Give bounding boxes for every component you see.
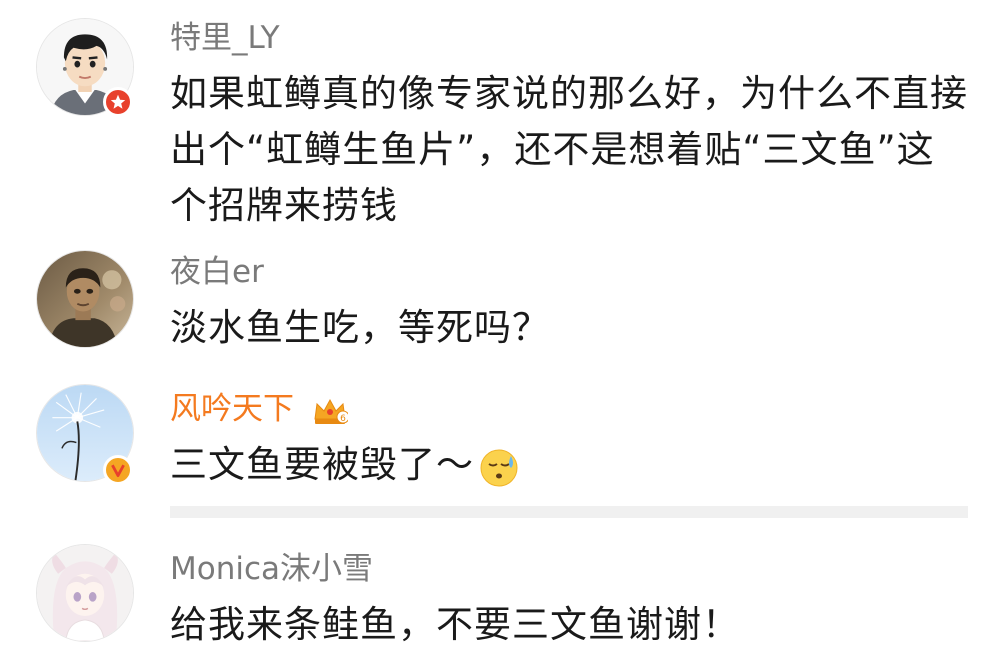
username-text: 风吟天下 — [170, 391, 294, 427]
red-star-badge — [103, 87, 133, 117]
comment-username[interactable]: 特里_LY — [170, 18, 280, 58]
avatar[interactable] — [36, 544, 134, 642]
comment-text: 三文鱼要被毁了～ — [170, 437, 970, 493]
anime-girl-avatar-icon — [37, 545, 133, 641]
star-icon — [110, 94, 126, 109]
comment-list: 特里_LY 如果虹鳟真的像专家说的那么好，为什么不直接出个“虹鳟生鱼片”，还不是… — [0, 0, 1000, 663]
sweat-face-emoji-icon — [478, 446, 520, 488]
avatar[interactable] — [36, 250, 134, 348]
divider — [170, 506, 968, 518]
v-icon — [111, 464, 125, 477]
comment-username[interactable]: Monica沫小雪 — [170, 549, 373, 589]
vip-level: 6 — [340, 414, 346, 424]
photo-man-avatar-icon — [37, 251, 133, 347]
v-badge — [103, 455, 133, 485]
comment-text-content: 三文鱼要被毁了～ — [170, 443, 474, 486]
comment-text: 如果虹鳟真的像专家说的那么好，为什么不直接出个“虹鳟生鱼片”，还不是想着贴“三文… — [170, 72, 968, 227]
vip-crown-icon: 6 — [312, 395, 350, 427]
comment-username[interactable]: 风吟天下 6 — [170, 389, 350, 429]
comment-username[interactable]: 夜白er — [170, 252, 264, 292]
comment-text: 淡水鱼生吃，等死吗？ — [170, 306, 550, 349]
comment-text: 给我来条鲑鱼，不要三文鱼谢谢！ — [170, 603, 740, 646]
